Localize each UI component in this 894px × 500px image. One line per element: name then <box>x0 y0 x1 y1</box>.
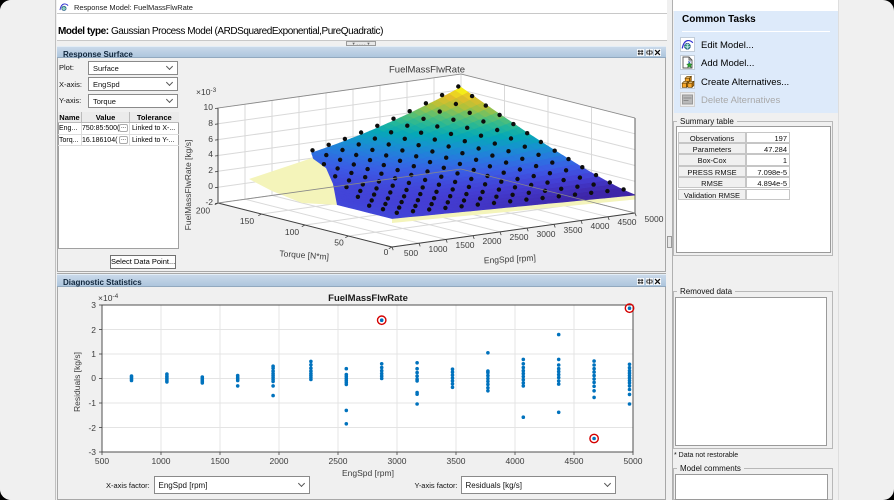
svg-text:3500: 3500 <box>564 225 583 235</box>
svg-text:FuelMassFlwRate [kg/s]: FuelMassFlwRate [kg/s] <box>183 140 193 231</box>
svg-text:3000: 3000 <box>537 229 556 239</box>
svg-text:4500: 4500 <box>618 217 637 227</box>
svg-text:4500: 4500 <box>565 456 584 466</box>
svg-text:2500: 2500 <box>329 456 348 466</box>
svg-text:3: 3 <box>91 300 96 310</box>
svg-text:-2: -2 <box>88 423 96 433</box>
svg-text:2000: 2000 <box>270 456 289 466</box>
svg-text:6: 6 <box>208 134 213 144</box>
svg-text:1000: 1000 <box>152 456 171 466</box>
svg-text:0: 0 <box>384 247 389 257</box>
svg-text:1500: 1500 <box>211 456 230 466</box>
svg-text:8: 8 <box>208 118 213 128</box>
svg-text:FuelMassFlwRate: FuelMassFlwRate <box>389 65 465 76</box>
svg-text:2000: 2000 <box>483 236 502 246</box>
svg-text:2: 2 <box>208 165 213 175</box>
svg-text:Torque [N*m]: Torque [N*m] <box>279 248 329 261</box>
svg-text:2: 2 <box>91 325 96 335</box>
svg-text:×10-4: ×10-4 <box>98 293 119 303</box>
svg-text:0: 0 <box>91 373 96 383</box>
svg-text:5000: 5000 <box>645 214 664 224</box>
svg-text:FuelMassFlwRate: FuelMassFlwRate <box>328 293 408 304</box>
svg-text:50: 50 <box>334 238 344 248</box>
svg-text:500: 500 <box>95 456 109 466</box>
svg-text:-3: -3 <box>88 447 96 457</box>
svg-text:4000: 4000 <box>591 221 610 231</box>
svg-text:4000: 4000 <box>506 456 525 466</box>
svg-text:2500: 2500 <box>510 232 529 242</box>
svg-text:4: 4 <box>208 149 213 159</box>
svg-text:0: 0 <box>208 181 213 191</box>
svg-text:-1: -1 <box>88 398 96 408</box>
svg-text:×10-3: ×10-3 <box>196 87 217 97</box>
svg-text:1000: 1000 <box>429 244 448 254</box>
svg-text:1500: 1500 <box>456 240 475 250</box>
svg-text:EngSpd [rpm]: EngSpd [rpm] <box>484 253 536 266</box>
svg-text:200: 200 <box>196 206 210 216</box>
svg-text:EngSpd [rpm]: EngSpd [rpm] <box>342 468 394 478</box>
svg-text:5000: 5000 <box>624 456 643 466</box>
svg-text:150: 150 <box>240 216 254 226</box>
svg-text:3500: 3500 <box>447 456 466 466</box>
svg-text:1: 1 <box>91 349 96 359</box>
svg-text:500: 500 <box>404 248 418 258</box>
svg-text:100: 100 <box>285 227 299 237</box>
svg-text:10: 10 <box>204 102 214 112</box>
svg-text:Residuals [kg/s]: Residuals [kg/s] <box>72 352 82 412</box>
svg-text:3000: 3000 <box>388 456 407 466</box>
